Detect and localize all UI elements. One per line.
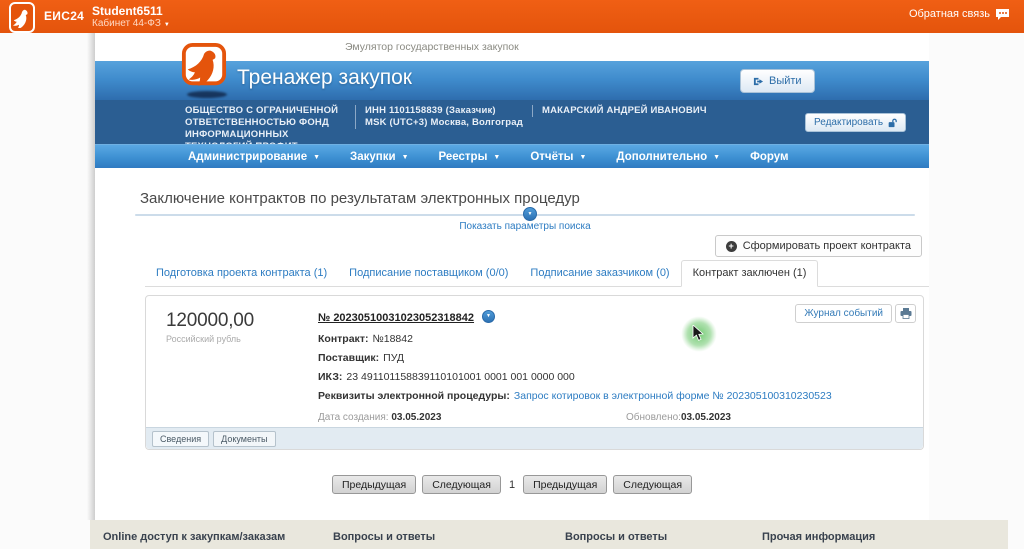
contract-currency: Российский рубль [166,334,241,344]
contract-dates: Дата создания: 03.05.2023 Обновлено:03.0… [318,412,898,423]
chevron-down-icon: ▼ [579,153,587,161]
card-footer-tabs: Сведения Документы [146,427,923,449]
footer-col-questions-2[interactable]: Вопросы и ответы [565,531,667,543]
menu-reports[interactable]: Отчёты ▼ [530,151,586,163]
page-footer: Online доступ к закупкам/заказам Вопросы… [90,520,1008,549]
page-title: Заключение контрактов по результатам эле… [140,190,580,207]
menu-additional[interactable]: Дополнительно ▼ [616,151,720,163]
card-tab-documents[interactable]: Документы [213,430,276,447]
trainer-logo-icon[interactable] [181,42,227,92]
content-area: Заключение контрактов по результатам эле… [95,168,929,520]
main-menu: Администрирование ▼ Закупки ▼ Реестры ▼ Отч… [95,144,929,168]
updated-date: Обновлено:03.05.2023 [626,412,731,423]
footer-col-questions-1[interactable]: Вопросы и ответы [333,531,435,543]
eis-logo-icon[interactable] [9,2,35,33]
created-label: Дата создания: [318,412,389,423]
ikz-label: ИКЗ: [318,371,343,383]
logo-shadow [187,91,227,98]
footer-col-other-info[interactable]: Прочая информация [762,531,875,543]
cursor-highlight [681,316,717,352]
logout-label: Выйти [769,75,802,87]
app-title: Тренажер закупок [237,66,412,89]
footer-col-online-access[interactable]: Online доступ к закупкам/заказам [103,531,285,543]
chevron-down-icon: ▼ [486,313,491,319]
bird-icon [13,9,28,28]
contract-number-toggle[interactable]: ▼ [482,309,496,323]
contract-card: Журнал событий 120000,00 Российский рубл… [145,295,924,450]
chat-bubble-icon [996,9,1009,20]
next-page-button-2[interactable]: Следующая [613,475,693,494]
search-params-label[interactable]: Показать параметры поиска [135,221,915,232]
procedure-link[interactable]: Запрос котировок в электронной форме № 2… [514,390,832,402]
ikz-value: 23 491101158839110101001 0001 001 0000 0… [346,371,575,383]
contract-value: №18842 [372,333,413,345]
menu-administration[interactable]: Администрирование ▼ [188,151,320,163]
contract-price: 120000,00 [166,310,255,331]
pagination: Предыдущая Следующая 1 Предыдущая Следую… [95,475,929,494]
chevron-down-icon: ▼ [313,153,321,161]
created-value: 03.05.2023 [391,412,442,423]
updated-value: 03.05.2023 [680,412,731,423]
contract-number-link[interactable]: № 20230510031023052318842 [318,312,474,324]
requisites-label: Реквизиты электронной процедуры: [318,390,510,402]
feedback-label: Обратная связь [908,8,990,20]
contract-label: Контракт: [318,333,369,345]
organization-inn: ИНН 1101158839 (Заказчик) [365,105,496,116]
tab-customer-signing[interactable]: Подписание заказчиком (0) [519,261,680,286]
current-page: 1 [508,478,516,491]
edit-label: Редактировать [814,117,884,128]
brand-label: ЕИС24 [44,9,85,23]
user-fullname: МАКАРСКИЙ АНДРЕЙ ИВАНОВИЧ [532,105,792,117]
tab-contract-draft[interactable]: Подготовка проекта контракта (1) [145,261,338,286]
chevron-down-icon: ▼ [713,153,721,161]
organization-bar: ОБЩЕСТВО С ОГРАНИЧЕННОЙ ОТВЕТСТВЕННОСТЬЮ… [95,100,929,152]
username-label: Student6511 [92,4,163,18]
chevron-down-icon: ▼ [527,211,533,217]
menu-forum[interactable]: Форум [750,151,788,163]
edit-button[interactable]: Редактировать [805,113,907,132]
feedback-link[interactable]: Обратная связь [909,8,1010,20]
print-button[interactable] [895,304,916,323]
unlock-icon [888,118,897,127]
tab-supplier-signing[interactable]: Подписание поставщиком (0/0) [338,261,519,286]
chevron-down-icon: ▼ [401,153,409,161]
organization-details: ИНН 1101158839 (Заказчик) MSK (UTC+3) Мо… [355,105,527,129]
chevron-down-icon: ▼ [493,153,501,161]
create-contract-label: Сформировать проект контракта [742,240,911,252]
create-contract-button[interactable]: + Сформировать проект контракта [714,235,922,257]
exit-icon [753,77,764,85]
contract-details: № 20230510031023052318842 ▼ Контракт: №1… [318,309,898,423]
prev-page-button-2[interactable]: Предыдущая [523,475,608,494]
logout-button[interactable]: Выйти [740,69,815,93]
menu-purchases[interactable]: Закупки ▼ [350,151,408,163]
cabinet-dropdown[interactable]: Кабинет 44-ФЗ ▼ [92,18,170,29]
plus-icon: + [725,240,737,252]
updated-label: Обновлено: [626,412,681,423]
printer-icon [900,308,911,319]
page-container: Эмулятор государственных закупок Тренаже… [95,33,929,520]
chevron-down-icon: ▼ [163,22,170,28]
content-left-shadow [87,33,95,520]
next-page-button[interactable]: Следующая [422,475,501,494]
organization-location: MSK (UTC+3) Москва, Волгоград [365,117,523,128]
emulator-subtitle: Эмулятор государственных закупок [345,41,519,53]
tab-contract-concluded[interactable]: Контракт заключен (1) [680,260,819,287]
top-bar: ЕИС24 Student6511 Кабинет 44-ФЗ ▼ Обратна… [0,0,1024,33]
mouse-pointer-icon [692,325,704,341]
supplier-value: ПУД [383,352,405,364]
supplier-label: Поставщик: [318,352,380,364]
card-tab-info[interactable]: Сведения [152,430,210,447]
search-params-toggle[interactable]: ▼ [523,207,537,221]
status-tabs: Подготовка проекта контракта (1) Подписа… [145,260,929,287]
prev-page-button[interactable]: Предыдущая [331,475,417,494]
screen: ЕИС24 Student6511 Кабинет 44-ФЗ ▼ Обратна… [0,0,1024,549]
menu-registries[interactable]: Реестры ▼ [439,151,501,163]
